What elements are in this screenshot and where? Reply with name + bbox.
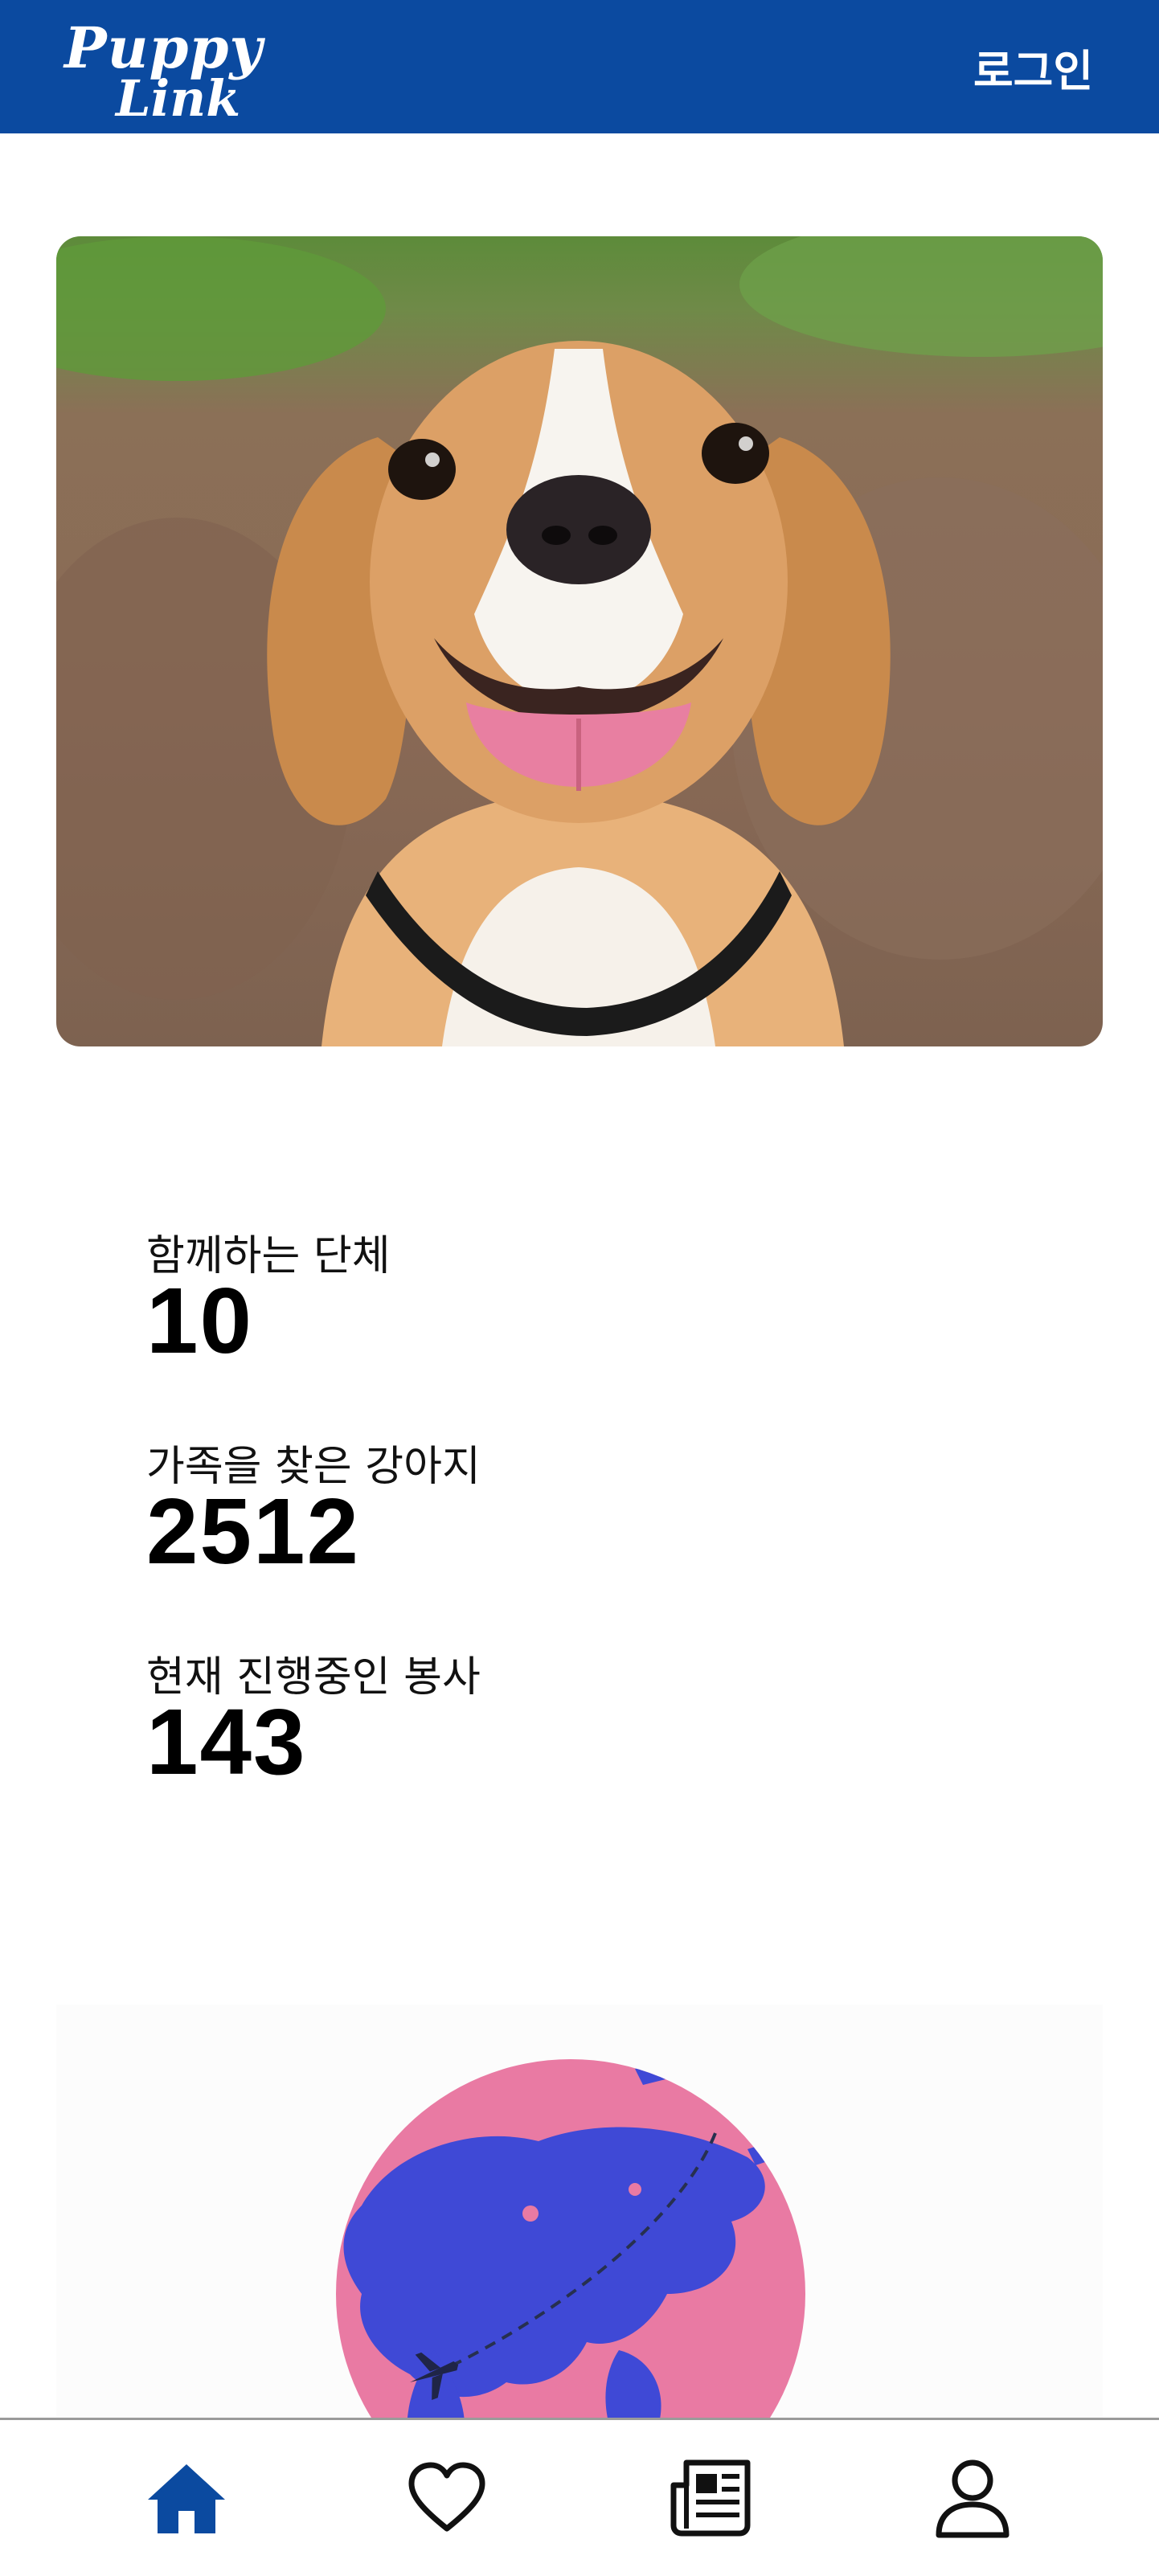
nav-news[interactable] xyxy=(567,2420,857,2576)
nav-favorites[interactable] xyxy=(302,2420,592,2576)
heart-icon xyxy=(408,2462,485,2532)
nav-home[interactable] xyxy=(42,2420,331,2576)
globe-illustration-card xyxy=(56,2005,1103,2418)
top-header: Puppy Link 로그인 xyxy=(0,0,1159,133)
beagle-illustration xyxy=(56,236,1103,1046)
user-icon xyxy=(936,2459,1010,2538)
bottom-navigation xyxy=(0,2418,1159,2576)
globe-airplane-illustration xyxy=(336,2059,805,2418)
hero-dog-photo xyxy=(56,236,1103,1046)
login-button[interactable]: 로그인 xyxy=(973,35,1093,99)
stat-value-adopted-dogs: 2512 xyxy=(146,1479,361,1583)
stat-value-organizations: 10 xyxy=(146,1268,254,1373)
logo-line-2: Link xyxy=(116,69,241,128)
puppy-link-logo[interactable]: Puppy Link xyxy=(64,14,305,128)
nav-profile[interactable] xyxy=(828,2420,1117,2576)
home-icon xyxy=(148,2464,225,2533)
stat-value-volunteering: 143 xyxy=(146,1689,307,1794)
newspaper-icon xyxy=(670,2459,751,2537)
